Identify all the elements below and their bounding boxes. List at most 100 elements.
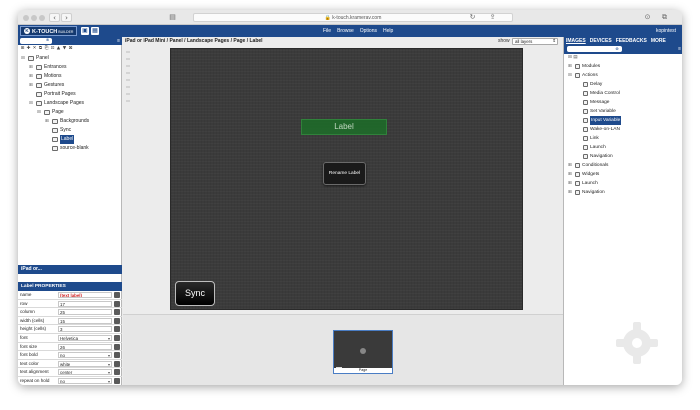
tree-item[interactable]: ⊞ Gestures (18, 81, 122, 90)
tab-more[interactable]: MORE (651, 37, 666, 45)
library-root-icon[interactable]: ⊟ ▤ (568, 55, 577, 60)
tree-item[interactable]: ⊞ Backgrounds (18, 117, 122, 126)
duplicate-icon[interactable]: ⊡ (50, 46, 55, 52)
k-touch-logo[interactable]: K K-TOUCHBUILDER (20, 26, 78, 36)
tree-item[interactable]: ⊟ Panel (18, 54, 122, 63)
tabs-icon[interactable]: ⧉ (660, 13, 669, 22)
menu-options[interactable]: Options (360, 25, 377, 37)
save-icon[interactable]: ▣ (81, 27, 89, 35)
expand-icon[interactable]: ⊞ (568, 170, 572, 179)
library-item[interactable]: ⊟ Actions (564, 71, 682, 80)
add-icon[interactable]: ✚ (26, 46, 31, 52)
property-select[interactable]: Helvetica (58, 334, 112, 341)
clear-library-search-icon[interactable]: ⊗ (614, 46, 620, 51)
expand-icon[interactable]: ⊞ (568, 62, 572, 71)
rename-label-button[interactable]: Rename Label (323, 162, 366, 185)
library-item[interactable]: Set Variable (564, 107, 682, 116)
expand-icon[interactable]: ⊞ (568, 179, 572, 188)
menu-browse[interactable]: Browse (337, 25, 354, 37)
property-input[interactable]: 25 (58, 309, 112, 316)
move-down-icon[interactable]: ▼ (62, 46, 67, 52)
property-input[interactable]: 17 (58, 300, 112, 307)
property-edit-icon[interactable] (114, 352, 120, 359)
collapse-icon[interactable]: ⊟ (21, 54, 25, 63)
close-window-icon[interactable] (23, 15, 29, 21)
library-item[interactable]: Message (564, 98, 682, 107)
property-edit-icon[interactable] (114, 343, 120, 350)
menu-help[interactable]: Help (383, 25, 393, 37)
collapse-icon[interactable]: ⊟ (568, 71, 572, 80)
library-menu-icon[interactable]: ≡ (678, 46, 681, 52)
property-select[interactable]: no (58, 352, 112, 359)
library-item[interactable]: ⊞ Conditionals (564, 161, 682, 170)
sync-button[interactable]: Sync (175, 281, 215, 306)
page-thumbnail[interactable]: Page (333, 330, 393, 374)
sidebar-icon[interactable]: ▤ (168, 13, 177, 22)
property-edit-icon[interactable] (114, 300, 120, 307)
page-canvas[interactable]: Label Rename Label Sync (170, 48, 523, 310)
expand-icon[interactable]: ⊞ (568, 161, 572, 170)
tree-item[interactable]: Sync (18, 126, 122, 135)
minimize-window-icon[interactable] (31, 15, 37, 21)
tree-item[interactable]: ⊞ Entrances (18, 63, 122, 72)
property-edit-icon[interactable] (114, 326, 120, 333)
back-icon[interactable]: ‹ (49, 13, 60, 22)
user-name[interactable]: kopintest (656, 25, 676, 37)
zoom-window-icon[interactable] (39, 15, 45, 21)
tab-devices[interactable]: DEVICES (590, 37, 612, 45)
property-edit-icon[interactable] (114, 369, 120, 376)
copy-icon[interactable]: ⧉ (38, 46, 43, 52)
preview-icon[interactable]: ▦ (91, 27, 99, 35)
library-item[interactable]: Launch (564, 143, 682, 152)
expand-icon[interactable]: ⊞ (29, 72, 33, 81)
forward-icon[interactable]: › (61, 13, 72, 22)
layers-select[interactable]: all layers (512, 38, 558, 45)
property-edit-icon[interactable] (114, 317, 120, 324)
move-up-icon[interactable]: ▲ (56, 46, 61, 52)
library-item[interactable]: ⊞ Widgets (564, 170, 682, 179)
delete-icon[interactable]: ✕ (32, 46, 37, 52)
property-select[interactable]: white (58, 360, 112, 367)
menu-file[interactable]: File (323, 25, 331, 37)
tree-item[interactable]: ⊟ Page (18, 108, 122, 117)
library-item[interactable]: ⊞ Navigation (564, 188, 682, 197)
property-select[interactable]: no (58, 377, 112, 384)
share-icon[interactable]: ⇪ (488, 13, 497, 22)
tree-item[interactable]: ⊟ Landscape Pages (18, 99, 122, 108)
library-item[interactable]: ⊞ Launch (564, 179, 682, 188)
tab-feedbacks[interactable]: FEEDBACKS (616, 37, 647, 45)
collapse-icon[interactable]: ⊟ (37, 108, 41, 117)
clear-search-icon[interactable]: ⊗ (45, 38, 50, 42)
property-edit-icon[interactable] (114, 309, 120, 316)
library-item[interactable]: Link (564, 134, 682, 143)
property-edit-icon[interactable] (114, 360, 120, 367)
expand-icon[interactable]: ⊞ (568, 188, 572, 197)
library-item[interactable]: Navigation (564, 152, 682, 161)
property-input[interactable]: 15 (58, 317, 112, 324)
property-input[interactable]: (text label) (58, 292, 112, 298)
collapse-icon[interactable]: ⊟ (29, 99, 33, 108)
paste-icon[interactable]: ⎘ (44, 46, 49, 52)
panel-menu-icon[interactable]: ≡ (117, 38, 120, 44)
library-item[interactable]: Wake-on-LAN (564, 125, 682, 134)
expand-icon[interactable]: ⊞ (29, 63, 33, 72)
expand-icon[interactable]: ⊞ (29, 81, 33, 90)
library-item[interactable]: Media Control (564, 89, 682, 98)
url-bar[interactable]: 🔒 k-touch.kramerav.com (193, 13, 513, 22)
tree-item[interactable]: Portrait Pages (18, 90, 122, 99)
tab-images[interactable]: IMAGES (566, 37, 586, 45)
device-section-bar[interactable]: iPad or... (18, 265, 122, 274)
download-icon[interactable]: ⊙ (643, 13, 652, 22)
library-item[interactable]: ⊞ Modules (564, 62, 682, 71)
library-item[interactable]: Input Variable (564, 116, 682, 125)
property-input[interactable]: 26 (58, 343, 112, 350)
property-input[interactable]: 3 (58, 326, 112, 333)
reload-icon[interactable]: ↻ (468, 13, 477, 22)
property-select[interactable]: center (58, 369, 112, 376)
expand-icon[interactable]: ⊞ (45, 117, 49, 126)
property-edit-icon[interactable] (114, 292, 120, 298)
new-icon[interactable]: ⊞ (20, 46, 25, 52)
bookmark-icon[interactable]: ⊠ (68, 46, 73, 52)
property-edit-icon[interactable] (114, 377, 120, 384)
property-edit-icon[interactable] (114, 334, 120, 341)
